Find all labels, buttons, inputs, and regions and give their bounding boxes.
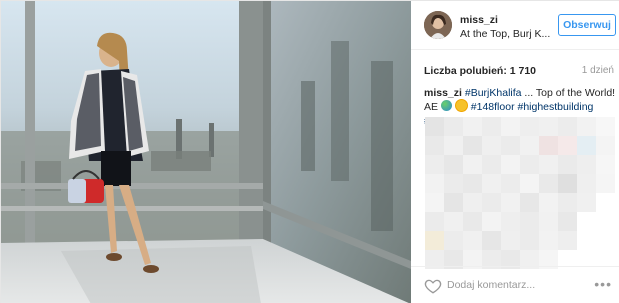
blurred-comments-area [425, 117, 615, 269]
flag-emoji: AE [424, 101, 439, 113]
avatar[interactable] [424, 11, 452, 39]
comment-input[interactable] [447, 275, 587, 295]
like-count[interactable]: Liczba polubień: 1 710 [424, 65, 536, 77]
follow-button[interactable]: Obserwuj [558, 14, 616, 36]
comment-bar: ••• [411, 266, 619, 303]
caption-username[interactable]: miss_zi [424, 87, 462, 99]
caption-text: ... Top of the World! [521, 87, 616, 99]
photo-illustration [1, 1, 411, 303]
post-location[interactable]: At the Top, Burj K... [460, 28, 550, 40]
globe-emoji-icon [440, 100, 452, 111]
instagram-post-embed: miss_zi At the Top, Burj K... Obserwuj L… [0, 0, 619, 303]
more-options-icon[interactable]: ••• [594, 277, 612, 291]
post-photo[interactable] [1, 1, 411, 303]
avatar-image [424, 11, 452, 39]
author-username[interactable]: miss_zi [460, 14, 498, 26]
heart-icon[interactable] [424, 277, 442, 295]
post-side-panel: miss_zi At the Top, Burj K... Obserwuj L… [411, 1, 619, 303]
hashtag-burjkhalifa[interactable]: #BurjKhalifa [465, 87, 522, 99]
sun-emoji-icon [455, 100, 467, 111]
post-age[interactable]: 1 dzień [582, 65, 614, 76]
post-header: miss_zi At the Top, Burj K... Obserwuj [411, 1, 619, 50]
